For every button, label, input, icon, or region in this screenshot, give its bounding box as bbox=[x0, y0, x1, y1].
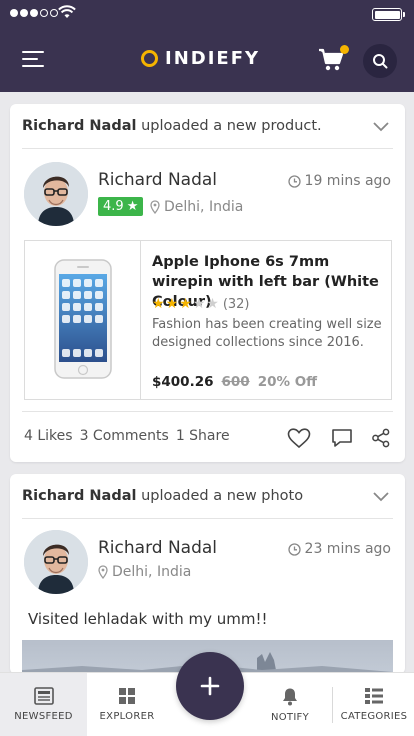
post-time: 19 mins ago bbox=[287, 173, 391, 189]
star-filled-icon: ★ bbox=[165, 296, 179, 312]
activity-text: uploaded a new product. bbox=[141, 118, 322, 134]
location-pin-icon bbox=[150, 200, 160, 214]
activity-text: uploaded a new photo bbox=[141, 488, 304, 504]
status-bar bbox=[0, 0, 414, 28]
signal-strength-icon bbox=[10, 9, 58, 17]
location-text: Delhi, India bbox=[164, 199, 244, 215]
heart-icon[interactable] bbox=[287, 428, 311, 448]
comments-count[interactable]: 3 Comments bbox=[80, 428, 169, 444]
comment-icon[interactable] bbox=[331, 428, 353, 448]
brand-name: INDIEFY bbox=[165, 48, 261, 69]
brand-logo[interactable]: INDIEFY bbox=[141, 48, 260, 69]
star-filled-icon: ★ bbox=[152, 296, 165, 312]
clock-icon bbox=[287, 174, 301, 188]
activity-user[interactable]: Richard Nadal bbox=[22, 488, 136, 504]
product-price: $400.26 bbox=[152, 374, 214, 390]
post-stats: 4 Likes 3 Comments 1 Share bbox=[24, 428, 230, 444]
hamburger-icon[interactable] bbox=[22, 51, 44, 69]
nav-label: NEWSFEED bbox=[14, 711, 73, 722]
location-text: Delhi, India bbox=[112, 564, 192, 580]
product-image[interactable] bbox=[25, 241, 141, 399]
nav-categories[interactable]: CATEGORIES bbox=[334, 673, 414, 736]
activity-header: Richard Nadal uploaded a new photo bbox=[22, 488, 303, 504]
product-old-price: 600 bbox=[221, 374, 250, 390]
user-name[interactable]: Richard Nadal bbox=[98, 538, 217, 558]
review-count: (32) bbox=[222, 296, 250, 312]
plus-icon bbox=[200, 676, 220, 696]
product-card[interactable]: Apple Iphone 6s 7mm wirepin with left ba… bbox=[24, 240, 392, 400]
share-icon[interactable] bbox=[371, 428, 391, 448]
clock-icon bbox=[287, 542, 301, 556]
post-text: Visited lehladak with my umm!! bbox=[28, 610, 268, 628]
star-empty-icon: ★ bbox=[206, 296, 219, 312]
price-row: $400.26 600 20% Off bbox=[152, 374, 317, 390]
rating-badge: 4.9 ★ bbox=[98, 197, 144, 216]
chevron-down-icon[interactable] bbox=[373, 492, 389, 502]
feed-card-product: Richard Nadal uploaded a new product. Ri… bbox=[10, 104, 405, 462]
likes-count[interactable]: 4 Likes bbox=[24, 428, 73, 444]
activity-header: Richard Nadal uploaded a new product. bbox=[22, 118, 322, 134]
cart-notification-dot bbox=[340, 45, 349, 54]
list-icon bbox=[365, 688, 383, 704]
post-time: 23 mins ago bbox=[287, 541, 391, 557]
nav-label: NOTIFY bbox=[270, 712, 310, 723]
search-button[interactable] bbox=[363, 44, 397, 78]
avatar[interactable] bbox=[24, 530, 88, 594]
app-header: INDIEFY bbox=[0, 28, 414, 92]
nav-newsfeed[interactable]: NEWSFEED bbox=[0, 673, 87, 736]
product-rating: ★ ★ ★ ★ ★ (32) bbox=[152, 296, 250, 312]
nav-label: CATEGORIES bbox=[340, 711, 408, 722]
divider bbox=[22, 411, 393, 412]
activity-user[interactable]: Richard Nadal bbox=[22, 118, 136, 134]
user-name[interactable]: Richard Nadal bbox=[98, 170, 217, 190]
star-empty-icon: ★ bbox=[192, 296, 206, 312]
divider bbox=[22, 148, 393, 149]
nav-explorer[interactable]: EXPLORER bbox=[87, 673, 167, 736]
location-pin-icon bbox=[98, 565, 108, 579]
nav-notify[interactable]: NOTIFY bbox=[250, 673, 330, 736]
time-text: 19 mins ago bbox=[304, 173, 391, 189]
location: Delhi, India bbox=[98, 564, 191, 580]
grid-icon bbox=[119, 688, 135, 704]
newsfeed-icon bbox=[33, 687, 54, 705]
time-text: 23 mins ago bbox=[304, 541, 391, 557]
search-icon bbox=[373, 54, 388, 69]
rating-value: 4.9 bbox=[103, 199, 124, 214]
star-filled-icon: ★ bbox=[179, 296, 192, 312]
feed-card-photo: Richard Nadal uploaded a new photo Richa… bbox=[10, 474, 405, 674]
product-description: Fashion has been creating well size desi… bbox=[152, 317, 382, 350]
product-discount: 20% Off bbox=[257, 374, 318, 390]
divider bbox=[22, 518, 393, 519]
wifi-icon bbox=[58, 5, 76, 18]
avatar[interactable] bbox=[24, 162, 88, 226]
shares-count[interactable]: 1 Share bbox=[176, 428, 230, 444]
star-icon: ★ bbox=[126, 199, 139, 214]
add-post-button[interactable] bbox=[176, 652, 244, 720]
bell-icon bbox=[283, 688, 297, 706]
logo-ring-icon bbox=[141, 50, 158, 67]
nav-divider bbox=[332, 687, 333, 723]
chevron-down-icon[interactable] bbox=[373, 122, 389, 132]
battery-icon bbox=[372, 8, 405, 21]
nav-label: EXPLORER bbox=[99, 711, 155, 722]
cart-button[interactable] bbox=[318, 45, 349, 74]
location: Delhi, India bbox=[150, 199, 243, 215]
